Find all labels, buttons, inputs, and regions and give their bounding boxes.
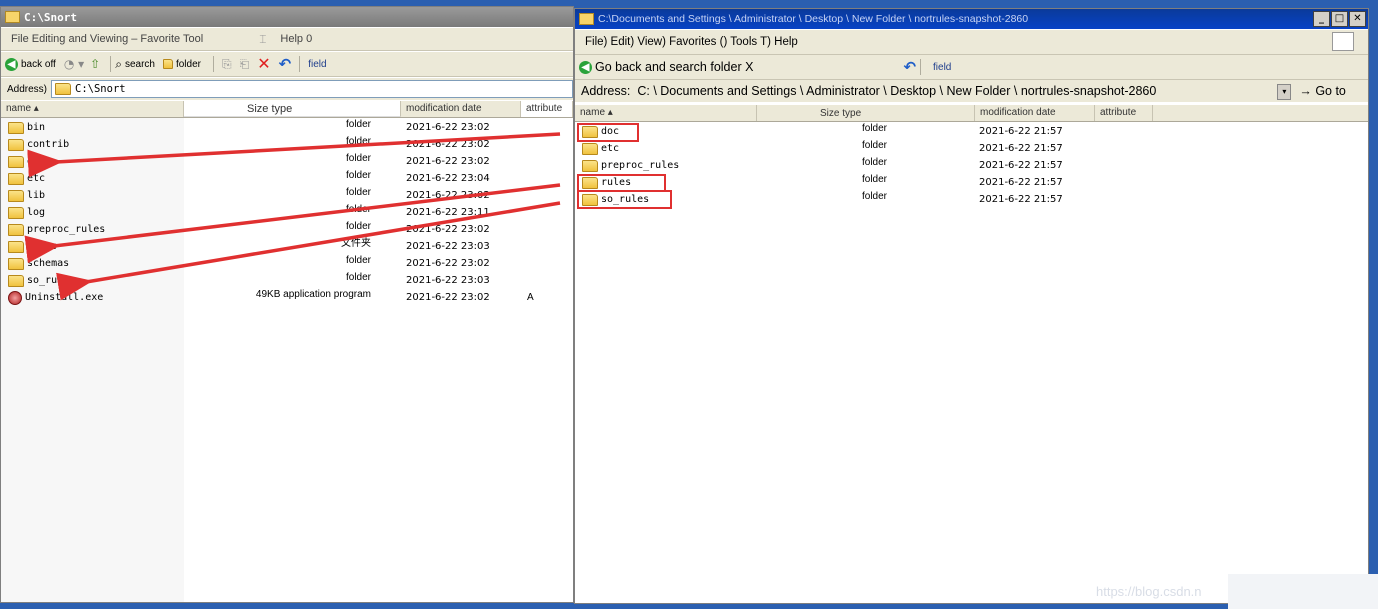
arrow-doc	[27, 132, 561, 178]
annotation-arrows	[24, 132, 561, 301]
watermark-text: https://blog.csdn.n	[1096, 584, 1202, 599]
